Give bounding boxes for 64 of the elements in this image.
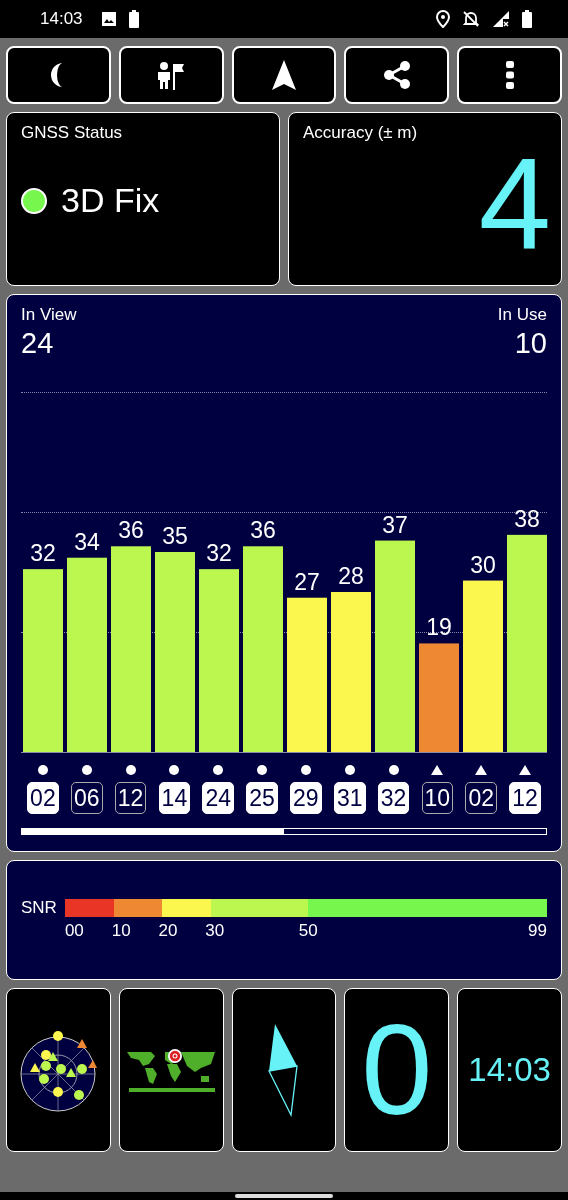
snr-tick-label: 50 [298,921,318,940]
home-handle[interactable] [235,1194,333,1198]
snr-tick-label: 10 [111,921,131,940]
snr-value: 28 [338,563,364,589]
more-button[interactable] [457,46,562,104]
satellite-id: 25 [246,782,278,814]
clock-time: 14:03 [468,1051,551,1089]
snr-tick-label: 30 [205,921,225,940]
card-title: Accuracy (± m) [303,123,419,143]
clock-tile[interactable]: 14:03 [457,988,562,1152]
satellite-id: 12 [114,782,147,814]
location-icon [436,10,450,28]
snr-value: 38 [514,505,540,532]
snr-tick-label: 20 [158,921,178,940]
card-title: GNSS Status [21,123,124,143]
snr-value: 36 [118,517,144,544]
snr-value: 27 [294,568,320,595]
status-time: 14:03 [40,9,83,29]
accuracy-value: 4 [478,143,551,263]
in-view-label: In View [21,305,77,325]
satellite-id: 31 [333,782,366,814]
satellite-id: 24 [202,782,234,814]
in-use-label: In Use [497,305,547,325]
snr-value: 32 [206,540,232,567]
bell-off-icon [462,10,480,28]
snr-value: 30 [470,551,496,578]
in-view-count: 24 [21,327,55,360]
night-mode-button[interactable] [6,46,111,104]
speed-value: 0 [361,1005,433,1135]
battery-icon [522,10,532,28]
battery-icon [128,10,139,28]
satellite-id: 32 [377,782,410,814]
snr-value: 36 [250,517,276,544]
snr-tick-label: 00 [64,921,84,940]
navigation-arrow-icon [272,60,296,90]
snr-tick-label: 99 [528,921,547,941]
signal-icon [492,10,510,28]
satellite-id: 10 [421,782,454,814]
snr-value: 37 [382,511,408,538]
satellite-id: 02 [27,782,59,814]
satellite-id: 29 [290,782,322,814]
sky-plot-tile[interactable] [6,988,111,1152]
fix-status: 3D Fix [61,181,160,220]
world-map-tile[interactable] [118,988,224,1152]
satellite-id: 06 [70,782,103,814]
in-use-count: 10 [514,327,547,360]
snr-value: 32 [30,540,56,567]
satellite-id: 14 [158,782,191,814]
snr-value: 35 [162,523,188,549]
snr-label: SNR [21,899,57,917]
image-icon [100,11,117,27]
person-flag-button[interactable] [118,46,224,104]
compass-needle-icon [267,1023,301,1117]
person-with-flag-icon [156,60,187,90]
more-icon [505,61,514,89]
snr-value: 34 [74,528,100,555]
satellite-id: 02 [465,782,497,814]
share-button[interactable] [344,46,450,104]
satellite-id: 12 [509,782,541,814]
navigation-button[interactable] [231,46,337,104]
compass-tile[interactable] [231,988,337,1152]
snr-value: 19 [426,614,452,641]
speed-tile[interactable]: 0 [344,988,450,1152]
share-icon [382,61,411,89]
